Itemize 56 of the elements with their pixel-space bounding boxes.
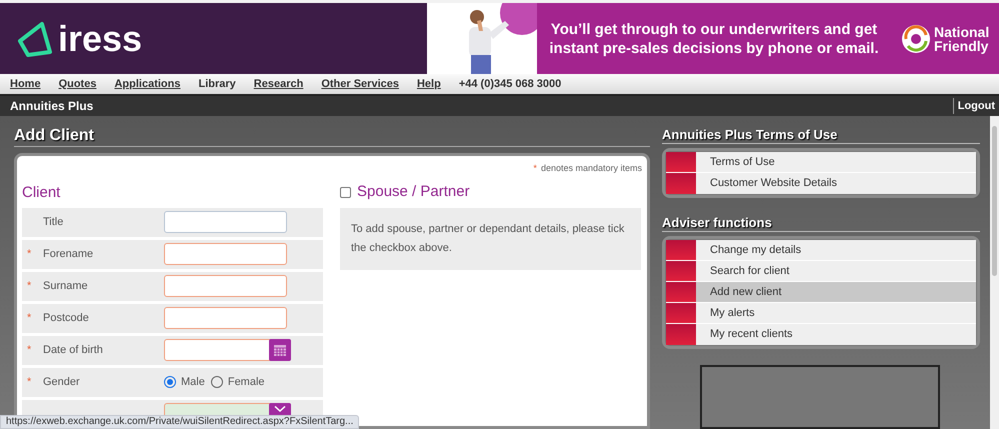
sidebar-item[interactable]: Search for client [666, 261, 976, 282]
brand-logo-icon [901, 24, 931, 54]
text-field[interactable] [164, 275, 287, 297]
required-mark: * [27, 280, 32, 292]
text-field[interactable] [164, 211, 287, 233]
radio-label: Female [228, 374, 265, 390]
field-label: Surname [43, 278, 89, 294]
nav-link[interactable]: Research [254, 76, 304, 92]
nav-link[interactable]: Help [416, 76, 441, 92]
required-mark: * [27, 344, 32, 356]
sidebar-item[interactable]: My recent clients [666, 324, 976, 345]
banner-text: You’ll get through to our underwriters and get instant pre-sales decisions by phone or email. [549, 20, 879, 58]
scrollbar[interactable] [990, 116, 999, 429]
sidebar-heading: Annuities Plus Terms of Use [662, 126, 980, 144]
field-label: Postcode [43, 310, 90, 326]
logout-link[interactable]: Logout [952, 98, 999, 114]
required-mark: * [27, 248, 32, 260]
url-tooltip: https://exweb.exchange.uk.com/Private/wuiSilentRedirect.aspx?FxSilentTarg... [0, 415, 360, 429]
radio-label: Male [181, 374, 205, 390]
logo-text: iress [58, 20, 142, 56]
calendar-icon [274, 344, 286, 356]
field-label: Forename [43, 246, 94, 262]
date-field[interactable] [164, 339, 291, 361]
checkbox[interactable] [340, 187, 351, 198]
nav-link[interactable]: Other Services [321, 76, 399, 92]
nav-text: Library [198, 76, 236, 92]
required-mark: * [27, 376, 32, 388]
chevron-down-icon [274, 406, 286, 412]
radio-button[interactable] [210, 376, 223, 388]
nav-text: +44 (0)345 068 3000 [458, 76, 562, 92]
brand-name: National Friendly [934, 24, 990, 52]
nav-link[interactable]: Home [10, 76, 41, 92]
mandatory-note: denotes mandatory items [540, 162, 642, 175]
nav-link[interactable]: Quotes [58, 76, 96, 92]
nav-link[interactable]: Applications [114, 76, 180, 92]
required-mark: * [533, 162, 537, 175]
sidebar-item[interactable]: Change my details [666, 240, 976, 261]
sidebar-item[interactable]: Customer Website Details [666, 173, 976, 194]
field-label: Gender [43, 374, 81, 390]
calendar-button[interactable] [269, 339, 291, 361]
text-field[interactable] [164, 307, 287, 329]
info-text: To add spouse, partner or dependant details, please tick the checkbox above. [351, 222, 626, 256]
app-title: Annuities Plus [10, 98, 94, 115]
section-heading: Spouse / Partner [357, 182, 470, 202]
section-heading: Client [22, 182, 62, 202]
logo-icon [18, 20, 52, 56]
sidebar-item[interactable]: Add new client [666, 282, 976, 303]
radio-button[interactable] [164, 376, 176, 388]
sidebar-heading: Adviser functions [662, 214, 980, 232]
required-mark: * [27, 312, 32, 324]
field-label: Date of birth [43, 342, 104, 358]
page-title: Add Client [14, 126, 650, 147]
sidebar-item[interactable]: My alerts [666, 303, 976, 324]
sidebar-item[interactable]: Terms of Use [666, 152, 976, 173]
text-field[interactable] [164, 243, 287, 265]
field-label: Title [43, 214, 64, 230]
